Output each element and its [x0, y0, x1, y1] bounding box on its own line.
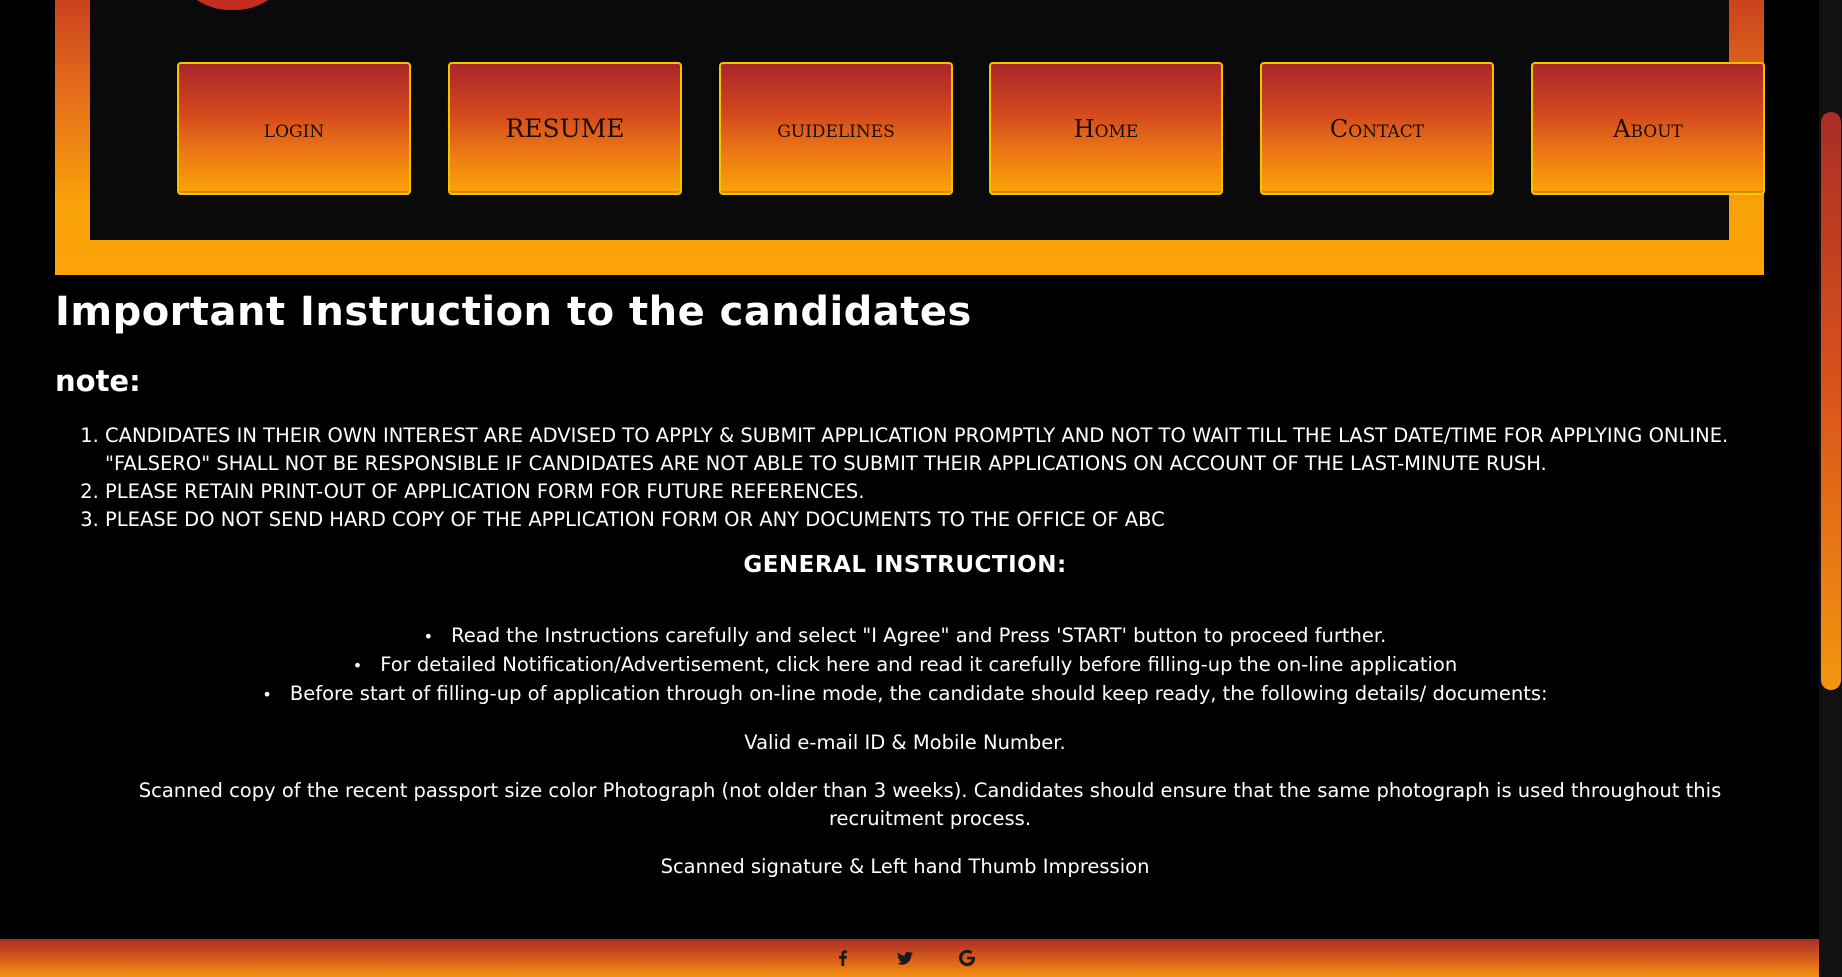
- footer-bar: [0, 939, 1819, 977]
- social-links: [830, 945, 1000, 971]
- document-item-photograph: Scanned copy of the recent passport size…: [138, 779, 1722, 830]
- document-item-email: Valid e-mail ID & Mobile Number.: [744, 731, 1066, 754]
- note-item: PLEASE DO NOT SEND HARD COPY OF THE APPL…: [105, 506, 1755, 534]
- general-instruction-item: Before start of filling-up of applicatio…: [55, 680, 1755, 709]
- document-item-signature: Scanned signature & Left hand Thumb Impr…: [660, 855, 1150, 878]
- nav-login-button[interactable]: login: [177, 62, 411, 195]
- page: ‖ login RESUME guidelines Home Contact A…: [0, 0, 1819, 977]
- twitter-icon[interactable]: [892, 945, 918, 971]
- main-content: Important Instruction to the candidates …: [55, 290, 1755, 881]
- nav-home-button[interactable]: Home: [989, 62, 1223, 195]
- note-heading: note:: [55, 364, 141, 398]
- nav-guidelines-button[interactable]: guidelines: [719, 62, 953, 195]
- note-item: PLEASE RETAIN PRINT-OUT OF APPLICATION F…: [105, 478, 1755, 506]
- main-nav: login RESUME guidelines Home Contact Abo…: [177, 62, 1769, 197]
- general-instruction-list: Read the Instructions carefully and sele…: [55, 622, 1755, 709]
- site-logo[interactable]: ‖: [170, 0, 295, 10]
- nav-contact-button[interactable]: Contact: [1260, 62, 1494, 195]
- facebook-icon[interactable]: [830, 945, 856, 971]
- general-instruction-heading: GENERAL INSTRUCTION:: [743, 552, 1067, 578]
- general-instruction-item: For detailed Notification/Advertisement,…: [55, 651, 1755, 680]
- scrollbar-thumb[interactable]: [1821, 112, 1841, 690]
- google-icon[interactable]: [954, 945, 980, 971]
- note-item: CANDIDATES IN THEIR OWN INTEREST ARE ADV…: [105, 422, 1755, 478]
- notes-list: CANDIDATES IN THEIR OWN INTEREST ARE ADV…: [55, 422, 1755, 534]
- nav-resume-button[interactable]: RESUME: [448, 62, 682, 195]
- page-scrollbar[interactable]: [1819, 0, 1842, 977]
- general-instruction-item: Read the Instructions carefully and sele…: [55, 622, 1755, 651]
- page-title: Important Instruction to the candidates: [55, 289, 972, 335]
- header-banner: ‖ login RESUME guidelines Home Contact A…: [55, 0, 1765, 275]
- nav-about-button[interactable]: About: [1531, 62, 1765, 195]
